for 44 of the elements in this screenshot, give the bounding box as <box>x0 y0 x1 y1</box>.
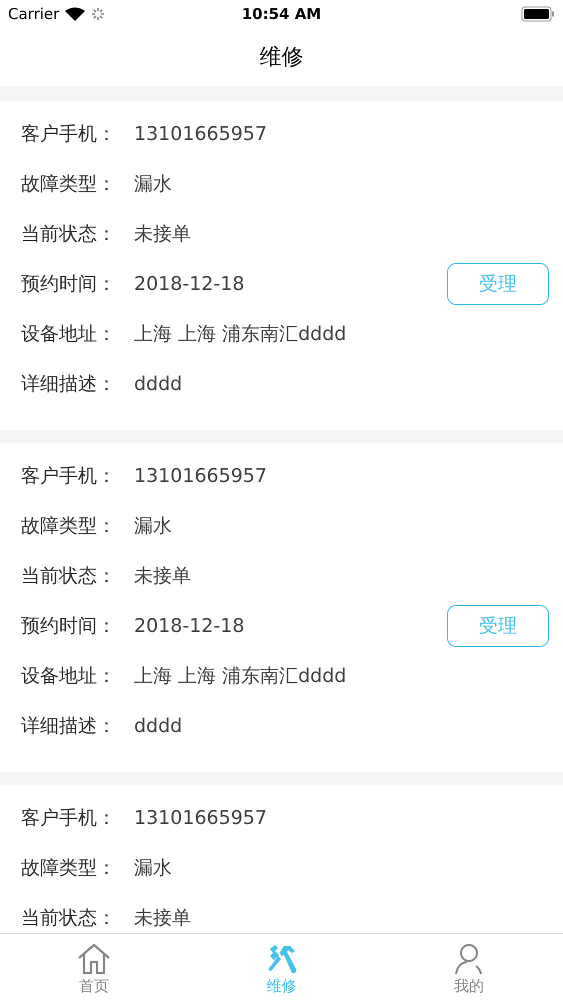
tab-item[interactable]: 我的 <box>375 934 563 1000</box>
home-icon <box>76 943 111 975</box>
field-value: 2018-12-18 <box>134 615 246 637</box>
field-label: 预约时间： <box>21 614 117 639</box>
field-label: 当前状态： <box>21 564 117 589</box>
field-value: 上海 上海 浦东南汇dddd <box>134 322 348 347</box>
field-label: 故障类型： <box>21 514 117 539</box>
field-label: 详细描述： <box>21 714 117 739</box>
field-label: 当前状态： <box>21 222 117 247</box>
time-label: 10:54 AM <box>242 5 322 23</box>
field-value: dddd <box>134 373 184 395</box>
field-value: 13101665957 <box>134 807 268 829</box>
tab-item[interactable]: 维修 <box>188 934 376 1000</box>
accept-button[interactable]: 受理 <box>447 263 549 305</box>
field-value: 13101665957 <box>134 465 268 487</box>
field-label: 设备地址： <box>21 322 117 347</box>
field-value: 上海 上海 浦东南汇dddd <box>134 664 348 689</box>
field-label: 客户手机： <box>21 464 117 489</box>
field-label: 详细描述： <box>21 372 117 397</box>
field-label: 预约时间： <box>21 272 117 297</box>
tools-icon <box>266 943 298 975</box>
field-value: 漏水 <box>134 514 173 539</box>
loading-icon <box>91 7 106 21</box>
person-icon <box>454 943 484 975</box>
field-value: 未接单 <box>134 222 192 247</box>
field-value: dddd <box>134 715 184 737</box>
wifi-icon <box>65 7 86 21</box>
field-value: 2018-12-18 <box>134 273 246 295</box>
tab-item[interactable]: 首页 <box>0 934 188 1000</box>
battery-icon <box>521 6 555 22</box>
field-label: 设备地址： <box>21 664 117 689</box>
field-label: 客户手机： <box>21 806 117 831</box>
field-label: 故障类型： <box>21 172 117 197</box>
field-value: 13101665957 <box>134 123 268 145</box>
field-label: 当前状态： <box>21 906 117 931</box>
field-label: 故障类型： <box>21 856 117 881</box>
field-value: 未接单 <box>134 564 192 589</box>
accept-button[interactable]: 受理 <box>447 605 549 647</box>
field-value: 漏水 <box>134 856 173 881</box>
field-label: 客户手机： <box>21 122 117 147</box>
page-title: 维修 <box>260 44 304 72</box>
carrier-label: Carrier <box>8 5 60 23</box>
field-value: 漏水 <box>134 172 173 197</box>
field-value: 未接单 <box>134 906 192 931</box>
